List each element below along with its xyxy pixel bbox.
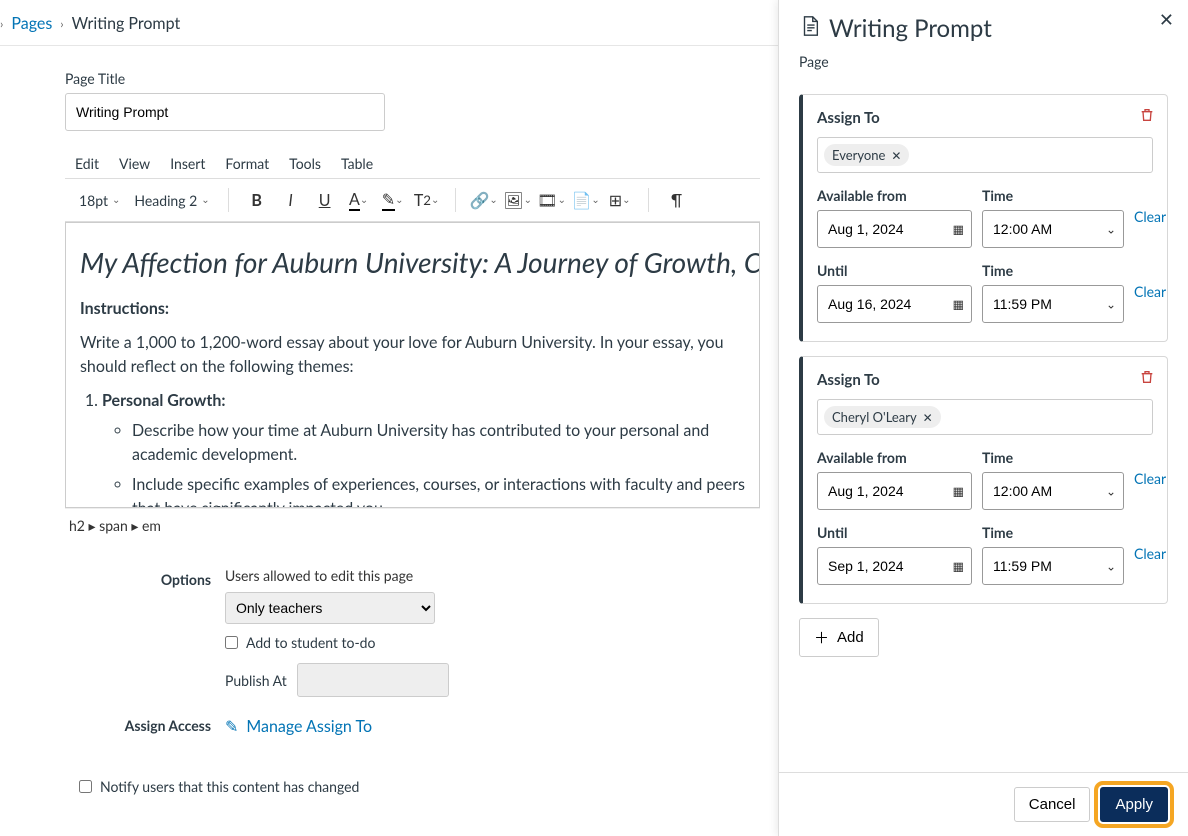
section-1-item-2: Include specific examples of experiences… (132, 473, 745, 508)
image-icon[interactable]: 🖼 ⌄ (504, 186, 532, 214)
chip-remove-icon[interactable]: ✕ (891, 148, 901, 163)
section-1-label: Personal Growth: (102, 391, 225, 410)
time-label: Time (982, 187, 1124, 204)
editor-toolbar: 18pt ⌄ Heading 2 ⌄ B I U A ⌄ ✎ ⌄ T2 ⌄ 🔗 … (65, 178, 760, 222)
clear-until-button[interactable]: Clear (1134, 283, 1174, 302)
add-button[interactable]: ＋ Add (799, 618, 879, 657)
assign-icon: ✎ (225, 717, 238, 736)
block-format-select[interactable]: Heading 2 ⌄ (130, 190, 213, 211)
page-icon (799, 14, 821, 43)
document-icon[interactable]: 📄 ⌄ (572, 186, 600, 214)
menu-edit[interactable]: Edit (75, 155, 99, 172)
chevron-right-icon: › (60, 16, 63, 31)
paragraph-icon[interactable]: ¶ (663, 186, 691, 214)
breadcrumb-pages-link[interactable]: Pages (11, 14, 52, 33)
calendar-icon[interactable]: ▦ (953, 297, 964, 312)
assignee-chip: Cheryl O'Leary✕ (824, 406, 941, 428)
clear-from-button[interactable]: Clear (1134, 470, 1174, 489)
users-edit-select[interactable]: Only teachers (225, 592, 435, 624)
time-label: Time (982, 449, 1124, 466)
bold-icon[interactable]: B (243, 186, 271, 214)
users-edit-desc: Users allowed to edit this page (225, 567, 760, 584)
panel-title: Writing Prompt (799, 14, 1168, 43)
assign-access-label: Assign Access (65, 717, 225, 734)
link-icon[interactable]: 🔗 ⌄ (470, 186, 498, 214)
menu-insert[interactable]: Insert (170, 155, 205, 172)
publish-at-label: Publish At (225, 672, 287, 689)
panel-subtitle: Page (799, 53, 1168, 70)
font-size-select[interactable]: 18pt ⌄ (75, 190, 124, 211)
available-from-date-input[interactable] (817, 210, 972, 248)
available-from-label: Available from (817, 187, 972, 204)
close-icon[interactable]: ✕ (1159, 8, 1174, 31)
options-label: Options (65, 567, 225, 588)
assign-to-panel: Writing Prompt Page ✕ Assign To Everyone… (778, 0, 1188, 836)
page-title-label: Page Title (65, 70, 760, 87)
time-label: Time (982, 262, 1124, 279)
until-date-input[interactable] (817, 285, 972, 323)
assign-card: Assign To Everyone✕ Available from ▦ Tim… (799, 94, 1168, 342)
rich-text-editor[interactable]: My Affection for Auburn University: A Jo… (65, 222, 760, 508)
available-from-time-input[interactable] (982, 472, 1124, 510)
trash-icon[interactable] (1139, 369, 1155, 388)
editor-intro: Write a 1,000 to 1,200-word essay about … (80, 331, 745, 379)
until-date-input[interactable] (817, 547, 972, 585)
available-from-time-input[interactable] (982, 210, 1124, 248)
superscript-icon[interactable]: T2 ⌄ (413, 186, 441, 214)
element-path[interactable]: h2 ▸ span ▸ em (65, 508, 760, 543)
until-label: Until (817, 524, 972, 541)
publish-at-input[interactable] (297, 663, 449, 697)
editor-menubar: Edit View Insert Format Tools Table (65, 149, 760, 178)
chip-remove-icon[interactable]: ✕ (923, 410, 933, 425)
chevron-down-icon[interactable]: ⌄ (1106, 559, 1116, 574)
apps-icon[interactable]: ⊞ ⌄ (606, 186, 634, 214)
menu-format[interactable]: Format (225, 155, 269, 172)
until-label: Until (817, 262, 972, 279)
breadcrumb-current: Writing Prompt (72, 14, 181, 33)
chevron-down-icon[interactable]: ⌄ (1106, 222, 1116, 237)
apply-button[interactable]: Apply (1100, 787, 1168, 822)
assign-card: Assign To Cheryl O'Leary✕ Available from… (799, 356, 1168, 604)
chevron-right-icon: › (0, 16, 3, 31)
italic-icon[interactable]: I (277, 186, 305, 214)
instructions-label: Instructions: (80, 299, 169, 318)
page-title-input[interactable] (65, 93, 385, 131)
section-1-item-1: Describe how your time at Auburn Univers… (132, 419, 745, 467)
media-icon[interactable]: 🎞 ⌄ (538, 186, 566, 214)
calendar-icon[interactable]: ▦ (953, 484, 964, 499)
until-time-input[interactable] (982, 285, 1124, 323)
underline-icon[interactable]: U (311, 186, 339, 214)
available-from-date-input[interactable] (817, 472, 972, 510)
calendar-icon[interactable]: ▦ (953, 222, 964, 237)
until-time-input[interactable] (982, 547, 1124, 585)
menu-table[interactable]: Table (341, 155, 373, 172)
highlight-color-icon[interactable]: ✎ ⌄ (379, 186, 407, 214)
cancel-button[interactable]: Cancel (1014, 787, 1091, 822)
add-todo-checkbox[interactable] (225, 636, 238, 649)
calendar-icon[interactable]: ▦ (953, 559, 964, 574)
assign-to-label: Assign To (817, 371, 1153, 389)
editor-heading: My Affection for Auburn University: A Jo… (80, 241, 745, 283)
notify-label: Notify users that this content has chang… (100, 778, 359, 795)
menu-tools[interactable]: Tools (289, 155, 321, 172)
manage-assign-link[interactable]: ✎ Manage Assign To (225, 717, 372, 736)
text-color-icon[interactable]: A ⌄ (345, 186, 373, 214)
assignee-input[interactable]: Cheryl O'Leary✕ (817, 399, 1153, 435)
time-label: Time (982, 524, 1124, 541)
menu-view[interactable]: View (119, 155, 150, 172)
add-todo-label: Add to student to-do (246, 634, 375, 651)
assignee-chip: Everyone✕ (824, 144, 909, 166)
chevron-down-icon[interactable]: ⌄ (1106, 297, 1116, 312)
available-from-label: Available from (817, 449, 972, 466)
notify-checkbox[interactable] (79, 780, 92, 793)
plus-icon: ＋ (814, 627, 829, 648)
assign-to-label: Assign To (817, 109, 1153, 127)
assignee-input[interactable]: Everyone✕ (817, 137, 1153, 173)
trash-icon[interactable] (1139, 107, 1155, 126)
clear-until-button[interactable]: Clear (1134, 545, 1174, 564)
chevron-down-icon[interactable]: ⌄ (1106, 484, 1116, 499)
clear-from-button[interactable]: Clear (1134, 208, 1174, 227)
